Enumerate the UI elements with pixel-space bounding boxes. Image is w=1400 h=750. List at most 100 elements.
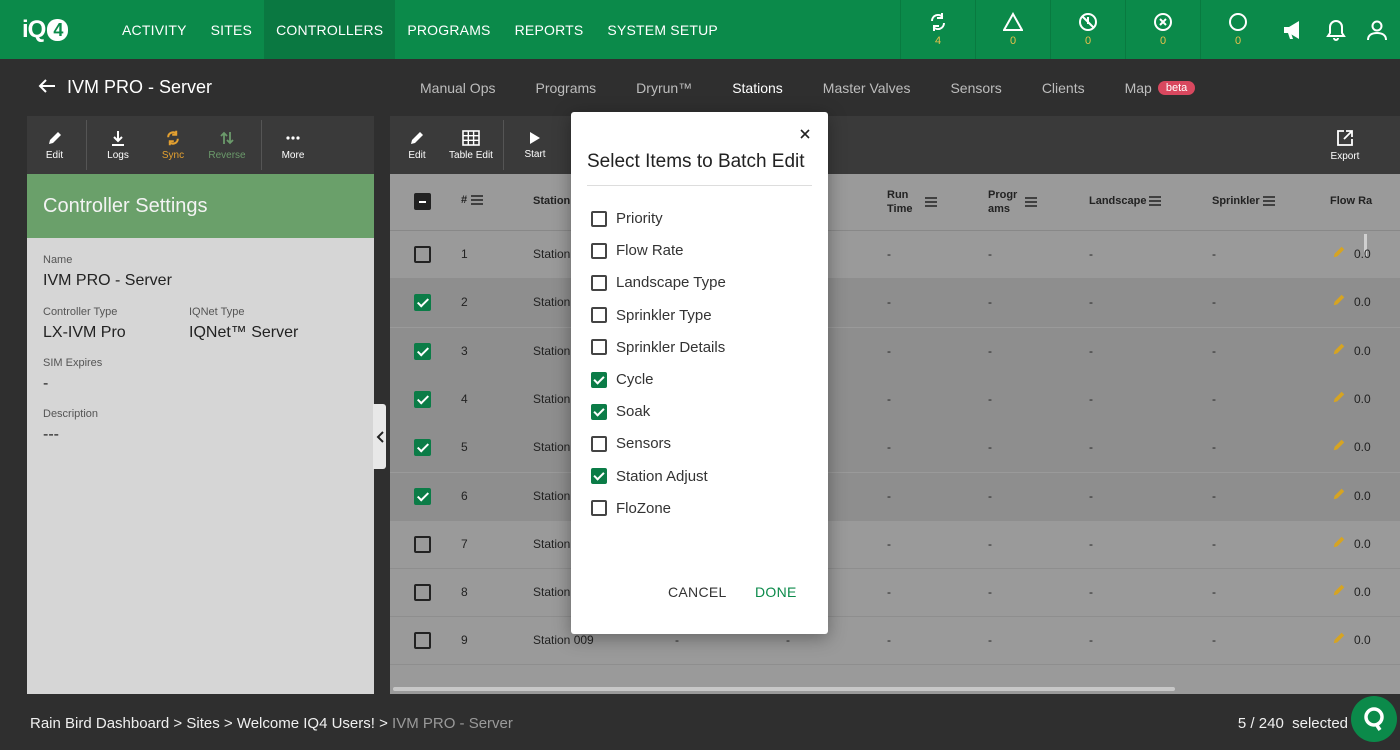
option-checkbox[interactable]: [591, 435, 607, 452]
tab-programs[interactable]: Programs: [535, 80, 596, 96]
breadcrumb-welcome[interactable]: Welcome IQ4 Users!: [237, 715, 375, 732]
col-station[interactable]: Station: [533, 195, 570, 207]
option-soak[interactable]: Soak: [591, 403, 650, 420]
row-station-name[interactable]: Station 009: [533, 633, 594, 647]
close-icon[interactable]: [800, 126, 810, 144]
stations-edit-button[interactable]: Edit: [402, 116, 432, 174]
breadcrumb-sites[interactable]: Sites: [186, 715, 219, 732]
row-checkbox[interactable]: [414, 535, 431, 553]
nav-reports[interactable]: REPORTS: [503, 0, 596, 59]
col-flow-rate[interactable]: Flow Ra: [1330, 195, 1372, 207]
column-menu-icon[interactable]: [924, 197, 938, 207]
row-checkbox[interactable]: [414, 439, 431, 457]
option-landscape-type[interactable]: Landscape Type: [591, 274, 726, 291]
iq4-logo[interactable]: iQ 4: [0, 0, 110, 59]
option-sprinkler-type[interactable]: Sprinkler Type: [591, 307, 712, 324]
option-flozone[interactable]: FloZone: [591, 500, 671, 517]
row-checkbox[interactable]: [414, 487, 431, 505]
status-disabled[interactable]: 0: [1050, 0, 1125, 59]
status-circle[interactable]: 0: [1200, 0, 1275, 59]
tab-sensors[interactable]: Sensors: [950, 80, 1001, 96]
column-menu-icon[interactable]: [1024, 197, 1038, 207]
table-row[interactable]: 6 Station - - - - 0.0: [390, 472, 1400, 521]
edit-flow-pencil-icon[interactable]: [1332, 293, 1346, 307]
cancel-button[interactable]: CANCEL: [668, 584, 727, 600]
start-button[interactable]: Start: [520, 116, 550, 174]
row-station-name[interactable]: Station: [533, 247, 570, 261]
nav-sites[interactable]: SITES: [199, 0, 264, 59]
option-checkbox[interactable]: [591, 210, 607, 227]
collapse-panel-handle[interactable]: [373, 404, 386, 469]
nav-programs[interactable]: PROGRAMS: [395, 0, 502, 59]
option-station-adjust[interactable]: Station Adjust: [591, 468, 708, 485]
row-checkbox[interactable]: [414, 390, 431, 408]
nav-system-setup[interactable]: SYSTEM SETUP: [595, 0, 730, 59]
col-sprinkler[interactable]: Sprinkler: [1212, 195, 1276, 207]
edit-flow-pencil-icon[interactable]: [1332, 342, 1346, 356]
edit-flow-pencil-icon[interactable]: [1332, 583, 1346, 597]
option-sprinkler-details[interactable]: Sprinkler Details: [591, 339, 725, 356]
option-checkbox[interactable]: [591, 242, 607, 259]
table-row[interactable]: 5 Station - - - - 0.0: [390, 424, 1400, 473]
col-landscape[interactable]: Landscape: [1089, 195, 1162, 207]
option-sensors[interactable]: Sensors: [591, 435, 671, 452]
edit-flow-pencil-icon[interactable]: [1332, 245, 1346, 259]
row-checkbox[interactable]: [414, 294, 431, 312]
col-number[interactable]: #: [461, 194, 484, 206]
sync-button[interactable]: Sync: [149, 116, 197, 174]
tab-dryrun[interactable]: Dryrun™: [636, 80, 692, 96]
row-checkbox[interactable]: [414, 584, 431, 602]
option-priority[interactable]: Priority: [591, 210, 663, 227]
edit-flow-pencil-icon[interactable]: [1332, 631, 1346, 645]
col-run-time[interactable]: Run Time: [887, 188, 912, 216]
row-station-name[interactable]: Station: [533, 537, 570, 551]
edit-flow-pencil-icon[interactable]: [1332, 438, 1346, 452]
back-arrow-icon[interactable]: [38, 78, 56, 99]
tab-manual-ops[interactable]: Manual Ops: [420, 80, 495, 96]
edit-flow-pencil-icon[interactable]: [1332, 390, 1346, 404]
row-station-name[interactable]: Station: [533, 392, 570, 406]
breadcrumb-dashboard[interactable]: Rain Bird Dashboard: [30, 715, 169, 732]
nav-controllers[interactable]: CONTROLLERS: [264, 0, 396, 59]
edit-button[interactable]: Edit: [27, 116, 82, 174]
status-sync[interactable]: 4: [900, 0, 975, 59]
col-programs[interactable]: Progr ams: [988, 188, 1017, 216]
row-station-name[interactable]: Station: [533, 440, 570, 454]
row-checkbox[interactable]: [414, 632, 431, 650]
table-row[interactable]: 9 Station 009 - - - - - - 0.0: [390, 617, 1400, 666]
more-button[interactable]: More: [262, 116, 324, 174]
status-error[interactable]: 0: [1125, 0, 1200, 59]
table-row[interactable]: 1 Station - - - - 0.0: [390, 231, 1400, 279]
tab-map[interactable]: Map beta: [1125, 80, 1196, 96]
tab-stations[interactable]: Stations: [732, 80, 783, 96]
help-chat-button[interactable]: [1351, 696, 1397, 742]
export-button[interactable]: Export: [1326, 116, 1364, 174]
row-station-name[interactable]: Station: [533, 344, 570, 358]
table-row[interactable]: 4 Station - - - - 0.0: [390, 375, 1400, 424]
logs-button[interactable]: Logs: [87, 116, 149, 174]
table-row[interactable]: 7 Station - - - - 0.0: [390, 521, 1400, 569]
status-warning[interactable]: 0: [975, 0, 1050, 59]
table-row[interactable]: 2 Station - - - - 0.0: [390, 279, 1400, 328]
tab-clients[interactable]: Clients: [1042, 80, 1085, 96]
reverse-button[interactable]: Reverse: [197, 116, 257, 174]
option-flow-rate[interactable]: Flow Rate: [591, 242, 684, 259]
option-checkbox[interactable]: [591, 339, 607, 356]
option-cycle[interactable]: Cycle: [591, 371, 654, 388]
select-all-checkbox[interactable]: [414, 193, 431, 210]
table-row[interactable]: 8 Station - - - - 0.0: [390, 569, 1400, 618]
nav-activity[interactable]: ACTIVITY: [110, 0, 199, 59]
option-checkbox[interactable]: [591, 371, 607, 388]
table-edit-button[interactable]: Table Edit: [448, 116, 494, 174]
row-station-name[interactable]: Station: [533, 489, 570, 503]
done-button[interactable]: DONE: [755, 584, 797, 600]
tab-master-valves[interactable]: Master Valves: [823, 80, 911, 96]
edit-flow-pencil-icon[interactable]: [1332, 535, 1346, 549]
horizontal-scrollbar[interactable]: [393, 687, 1175, 691]
row-checkbox[interactable]: [414, 342, 431, 360]
user-icon[interactable]: [1366, 19, 1388, 41]
table-row[interactable]: 3 Station - - - - 0.0: [390, 327, 1400, 376]
edit-flow-pencil-icon[interactable]: [1332, 487, 1346, 501]
option-checkbox[interactable]: [591, 307, 607, 324]
megaphone-icon[interactable]: [1282, 19, 1306, 41]
